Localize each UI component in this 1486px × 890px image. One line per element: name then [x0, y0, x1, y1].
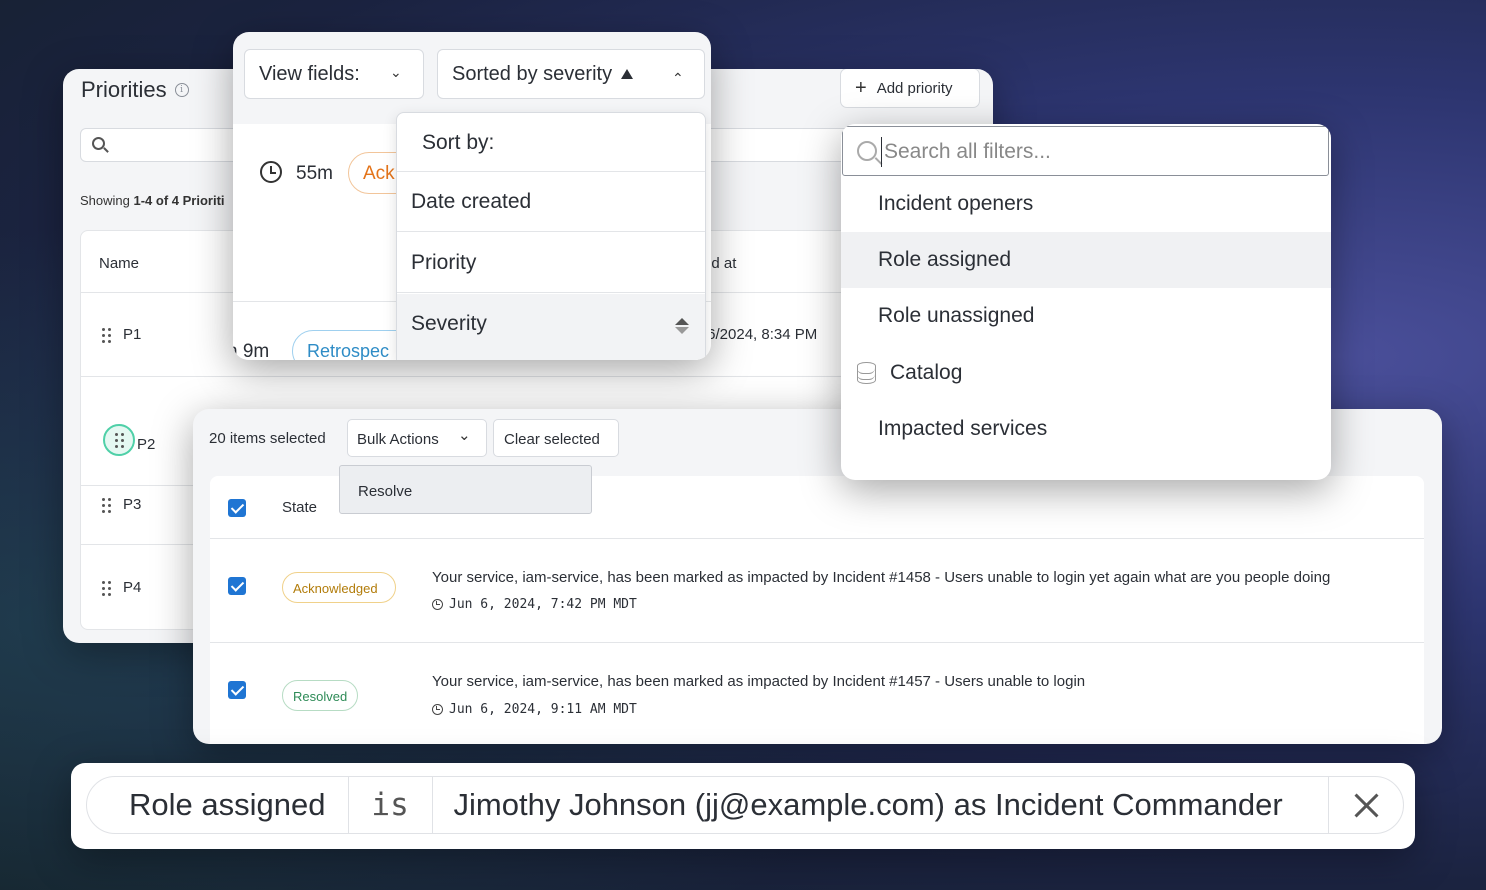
sort-by-label: Sorted by severity [452, 62, 613, 85]
filter-option-incident-openers[interactable]: Incident openers [841, 176, 1331, 232]
drag-cursor-indicator [103, 424, 135, 456]
notification-timestamp: Jun 6, 2024, 9:11 AM MDT [432, 702, 637, 717]
notification-message[interactable]: Your service, iam-service, has been mark… [432, 673, 1085, 690]
sort-panel: View fields: ⌄ Sorted by severity ⌃ 55m … [233, 32, 711, 360]
row-checkbox[interactable] [228, 681, 246, 699]
filter-option-label: Role unassigned [878, 304, 1035, 327]
timestamp-text: Jun 6, 2024, 9:11 AM MDT [449, 702, 637, 717]
plus-icon: + [855, 77, 867, 99]
filter-option-label: Role assigned [878, 248, 1012, 271]
filter-option-label: Catalog [890, 361, 963, 384]
status-badge: Resolved [282, 680, 358, 711]
filter-option-impacted-services[interactable]: Impacted services [841, 401, 1331, 457]
sort-by-button[interactable]: Sorted by severity ⌃ [437, 49, 705, 99]
sort-option-date-created[interactable]: Date created [397, 172, 705, 232]
clear-selected-button[interactable]: Clear selected [493, 419, 619, 457]
filter-option-label: Impacted services [878, 417, 1048, 440]
chevron-down-icon: ⌄ [390, 64, 402, 80]
clear-selected-label: Clear selected [504, 431, 600, 448]
add-priority-label: Add priority [876, 79, 953, 97]
filter-chip[interactable]: Role assigned is Jimothy Johnson (jj@exa… [86, 776, 1404, 834]
status-badge: Acknowledged [282, 572, 396, 603]
bulk-actions-label: Bulk Actions [357, 431, 439, 448]
bulk-action-resolve[interactable]: Resolve [339, 465, 592, 514]
active-filter-bar: Role assigned is Jimothy Johnson (jj@exa… [71, 763, 1415, 849]
sort-option-label: Priority [411, 251, 477, 274]
sort-ascending-icon [621, 69, 634, 79]
notification-message[interactable]: Your service, iam-service, has been mark… [432, 569, 1330, 586]
filter-search-input[interactable] [881, 137, 1311, 167]
drag-handle-icon[interactable] [102, 581, 112, 597]
sort-option-priority[interactable]: Priority [397, 233, 705, 293]
view-fields-label: View fields: [259, 62, 360, 85]
sort-option-severity[interactable]: Severity [397, 294, 705, 360]
priority-name: P1 [123, 326, 142, 343]
search-icon [92, 137, 105, 150]
view-fields-button[interactable]: View fields: ⌄ [244, 49, 424, 99]
database-icon [857, 362, 876, 384]
priority-updated-date: /6/2024, 8:34 PM [703, 326, 818, 343]
bulk-actions-button[interactable]: Bulk Actions ⌄ [347, 419, 487, 457]
clock-icon [432, 599, 443, 610]
drag-handle-icon[interactable] [102, 498, 112, 514]
remove-filter-button[interactable] [1329, 777, 1403, 833]
resolve-label: Resolve [358, 483, 413, 500]
timestamp-text: Jun 6, 2024, 7:42 PM MDT [449, 597, 637, 612]
clock-icon [260, 161, 282, 183]
chevron-down-icon: ⌄ [458, 427, 471, 444]
sort-menu: Sort by: Date created Priority Severity [396, 112, 706, 360]
chevron-up-icon: ⌃ [672, 70, 684, 86]
filter-chip-value[interactable]: Jimothy Johnson (jj@example.com) as Inci… [433, 777, 1330, 833]
filter-option-label: Incident openers [878, 192, 1034, 215]
showing-prefix: Showing [80, 193, 134, 208]
info-icon[interactable]: i [174, 83, 189, 97]
filter-option-catalog[interactable]: Catalog [841, 345, 1331, 401]
page-title: Priorities i [81, 77, 189, 103]
notification-timestamp: Jun 6, 2024, 7:42 PM MDT [432, 597, 637, 612]
filter-search-dropdown: Incident openers Role assigned Role unas… [841, 124, 1331, 480]
showing-count: Showing 1-4 of 4 Prioriti [80, 193, 225, 208]
column-name[interactable]: Name [99, 255, 139, 272]
table-row[interactable]: Resolved Your service, iam-service, has … [210, 643, 1424, 744]
selected-count: 20 items selected [209, 430, 326, 447]
filter-search-field[interactable] [842, 126, 1329, 176]
sort-menu-heading: Sort by: [397, 113, 705, 172]
duration: 55m [296, 163, 333, 184]
priorities-title: Priorities [81, 77, 167, 102]
table-row[interactable]: Acknowledged Your service, iam-service, … [210, 539, 1424, 643]
add-priority-button[interactable]: + Add priority [840, 69, 980, 108]
filter-chip-field[interactable]: Role assigned [87, 777, 349, 833]
select-all-checkbox[interactable] [228, 499, 246, 517]
sort-option-label: Date created [411, 190, 532, 213]
row-checkbox[interactable] [228, 577, 246, 595]
showing-range: 1-4 of 4 Prioriti [133, 193, 225, 208]
clock-icon [432, 704, 443, 715]
priority-name: P3 [123, 496, 142, 513]
sort-toggle-icon[interactable] [675, 318, 689, 336]
search-icon [857, 141, 877, 161]
filter-option-role-assigned[interactable]: Role assigned [841, 232, 1331, 288]
drag-handle-icon[interactable] [102, 328, 112, 344]
duration: h 9m [233, 341, 270, 360]
priority-name: P2 [137, 436, 156, 453]
close-icon [1353, 792, 1379, 818]
drag-handle-icon [115, 433, 125, 449]
priority-name: P4 [123, 579, 142, 596]
filter-option-role-unassigned[interactable]: Role unassigned [841, 288, 1331, 344]
column-state: State [282, 499, 318, 516]
filter-chip-operator[interactable]: is [349, 777, 433, 833]
notifications-table: State Acknowledged Your service, iam-ser… [210, 476, 1424, 744]
sort-option-label: Severity [411, 312, 487, 335]
